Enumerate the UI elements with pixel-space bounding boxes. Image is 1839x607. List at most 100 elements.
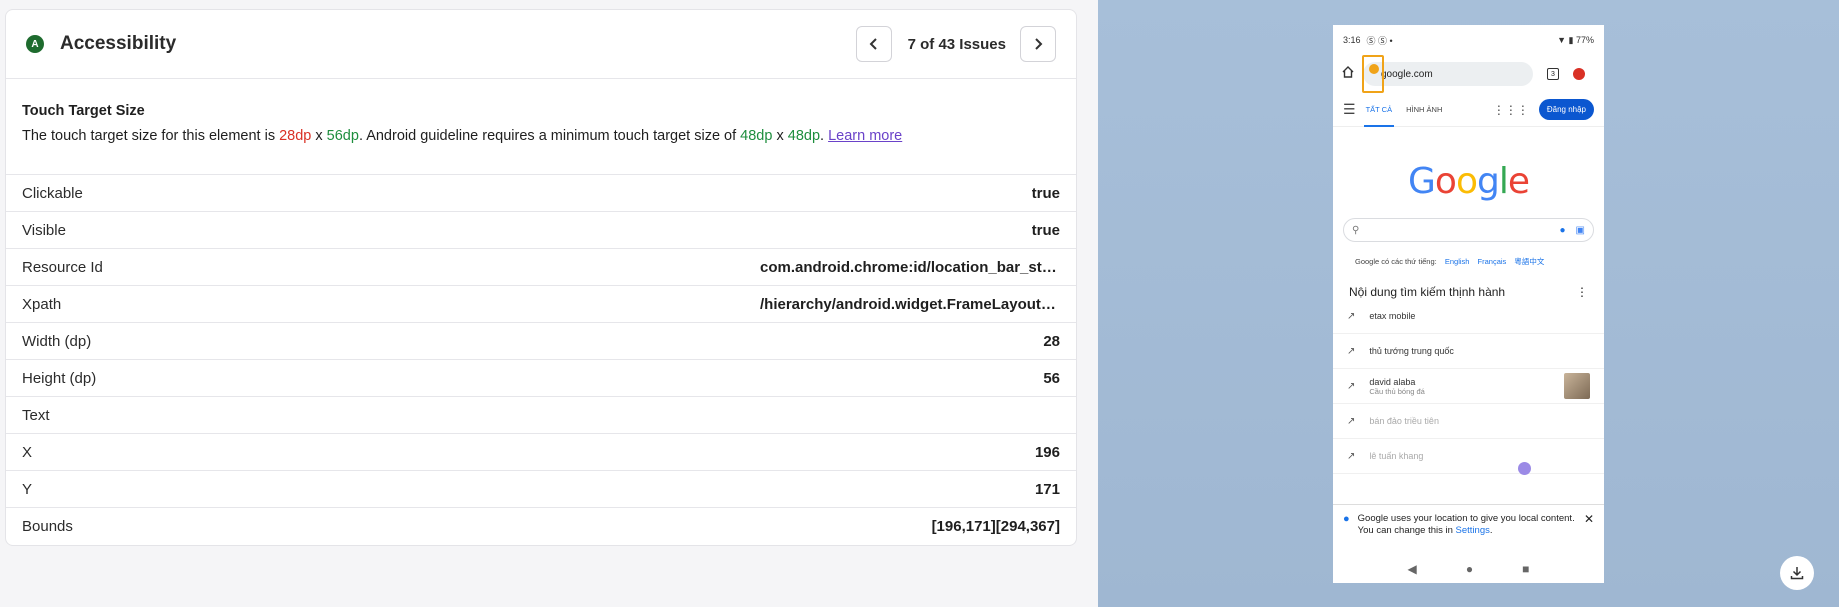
property-row: Y 171: [6, 471, 1076, 508]
property-row: X 196: [6, 434, 1076, 471]
trending-icon: ↗: [1347, 415, 1356, 427]
issue-description: The touch target size for this element i…: [22, 128, 1060, 144]
microphone-icon[interactable]: ●: [1560, 225, 1566, 236]
x-separator: x: [311, 128, 327, 144]
language-link[interactable]: English: [1445, 257, 1470, 266]
trend-item[interactable]: ↗ bán đảo triều tiên: [1333, 404, 1604, 439]
properties-table: Clickable true Visible true Resource Id com.a…: [6, 175, 1076, 545]
trend-item[interactable]: ↗ lê tuấn khang: [1333, 439, 1604, 474]
recents-icon[interactable]: ■: [1522, 562, 1529, 576]
property-row: Width (dp) 28: [6, 323, 1076, 360]
min-width: 48dp: [740, 128, 773, 144]
url-bar[interactable]: google.com: [1362, 55, 1533, 93]
touch-indicator-icon: [1518, 462, 1531, 475]
panel-title: Accessibility: [60, 33, 177, 54]
learn-more-link[interactable]: Learn more: [828, 128, 902, 144]
status-notification-icons: Ⓢ Ⓢ •: [1366, 35, 1393, 46]
google-tabs: ☰ TẤT CẢ HÌNH ẢNH ⋮⋮⋮ Đăng nhập: [1333, 93, 1604, 127]
property-row: Bounds [196,171][294,367]: [6, 508, 1076, 545]
chrome-toolbar: google.com 3: [1333, 55, 1604, 93]
search-icon: ⚲: [1352, 224, 1360, 236]
logo-letter: g: [1476, 161, 1500, 202]
home-icon[interactable]: [1341, 65, 1355, 84]
trend-text: lê tuấn khang: [1369, 451, 1424, 461]
issue-title: Touch Target Size: [22, 103, 145, 119]
chevron-right-icon: [1035, 38, 1043, 50]
status-time: 3:16: [1343, 35, 1361, 45]
property-value: true: [1031, 221, 1060, 239]
property-row: Clickable true: [6, 175, 1076, 212]
property-key: Bounds: [22, 518, 73, 535]
property-key: X: [22, 443, 33, 461]
trending-icon: ↗: [1347, 310, 1356, 322]
login-button[interactable]: Đăng nhập: [1538, 99, 1594, 120]
desc-prefix: The touch target size for this element i…: [22, 128, 280, 144]
property-value: 196: [1034, 443, 1060, 461]
banner-period: .: [1489, 525, 1493, 536]
x-separator-2: x: [772, 128, 788, 144]
trending-title: Nội dung tìm kiếm thịnh hành: [1349, 285, 1506, 299]
tab-images[interactable]: HÌNH ẢNH: [1406, 93, 1442, 127]
back-icon[interactable]: ◀: [1408, 562, 1417, 576]
prev-issue-button[interactable]: [855, 26, 892, 62]
property-key: Visible: [22, 221, 66, 239]
language-link[interactable]: Français: [1478, 257, 1507, 266]
language-link[interactable]: 粵語中文: [1514, 257, 1544, 266]
tab-all[interactable]: TẤT CẢ: [1363, 93, 1394, 127]
trending-icon: ↗: [1347, 380, 1356, 392]
menu-icon[interactable]: ☰: [1343, 101, 1356, 118]
close-icon[interactable]: ✕: [1584, 513, 1594, 525]
property-row: Height (dp) 56: [6, 360, 1076, 397]
property-key: Height (dp): [22, 369, 97, 387]
trend-subtext: Cầu thủ bóng đá: [1369, 386, 1425, 396]
trending-header: Nội dung tìm kiếm thịnh hành ⋮: [1333, 285, 1604, 299]
property-value: 56: [1043, 369, 1060, 387]
settings-link[interactable]: Settings: [1456, 525, 1490, 536]
profile-icon[interactable]: [1573, 68, 1585, 80]
trend-item[interactable]: ↗ thủ tướng trung quốc: [1333, 334, 1604, 369]
home-nav-icon[interactable]: ●: [1466, 562, 1473, 576]
property-key: Width (dp): [22, 332, 92, 350]
more-options-icon[interactable]: ⋮: [1576, 285, 1588, 299]
language-prefix: Google có các thứ tiếng:: [1355, 257, 1437, 266]
trending-icon: ↗: [1347, 450, 1356, 462]
trend-item[interactable]: ↗ david alaba Cầu thủ bóng đá: [1333, 369, 1604, 404]
property-key: Clickable: [22, 184, 83, 202]
card-header: A Accessibility 7 of 43 Issues: [6, 10, 1076, 79]
issue-counter: 7 of 43 Issues: [907, 35, 1006, 53]
apps-grid-icon[interactable]: ⋮⋮⋮: [1493, 103, 1529, 117]
property-value: /hierarchy/android.widget.FrameLayout/an…: [760, 295, 1060, 313]
property-row: Xpath/hierarchy/android.widget.FrameLayo…: [6, 286, 1076, 323]
location-status-icon: [1369, 64, 1379, 74]
trend-thumbnail: [1564, 373, 1590, 399]
location-pin-icon: ●: [1343, 513, 1350, 525]
desc-period: .: [820, 128, 829, 144]
property-value: 171: [1034, 480, 1060, 498]
property-key: Y: [22, 480, 33, 498]
google-logo: Google: [1333, 161, 1604, 202]
property-key: Xpath: [22, 295, 62, 313]
desc-middle: . Android guideline requires a minimum t…: [358, 128, 741, 144]
download-button[interactable]: [1780, 556, 1814, 590]
property-key: Resource Id: [22, 258, 103, 276]
google-search-input[interactable]: ⚲ ● ▣: [1343, 218, 1594, 242]
property-value: true: [1031, 184, 1060, 202]
accessibility-card: A Accessibility 7 of 43 Issues Touch Tar…: [5, 9, 1077, 546]
property-key: Text: [22, 406, 50, 424]
actual-height: 56dp: [326, 128, 359, 144]
android-nav-bar: ◀ ● ■: [1333, 555, 1604, 583]
trending-icon: ↗: [1347, 345, 1356, 357]
trend-text: david alaba: [1369, 376, 1416, 387]
status-battery: ▼ ▮ 77%: [1557, 34, 1594, 45]
lens-icon[interactable]: ▣: [1576, 225, 1585, 236]
property-row: Visible true: [6, 212, 1076, 249]
url-text: google.com: [1381, 68, 1433, 80]
next-issue-button[interactable]: [1020, 26, 1056, 62]
actual-width: 28dp: [279, 128, 312, 144]
trend-text: etax mobile: [1369, 311, 1416, 321]
property-value: com.android.chrome:id/location_bar_statu…: [760, 258, 1060, 276]
trend-text: thủ tướng trung quốc: [1369, 346, 1454, 356]
tabs-count-icon[interactable]: 3: [1547, 68, 1559, 80]
device-screenshot[interactable]: 3:16 Ⓢ Ⓢ • ▼ ▮ 77% google.com 3 ☰ TẤT CẢ…: [1333, 25, 1604, 583]
trend-item[interactable]: ↗ etax mobile: [1333, 299, 1604, 334]
